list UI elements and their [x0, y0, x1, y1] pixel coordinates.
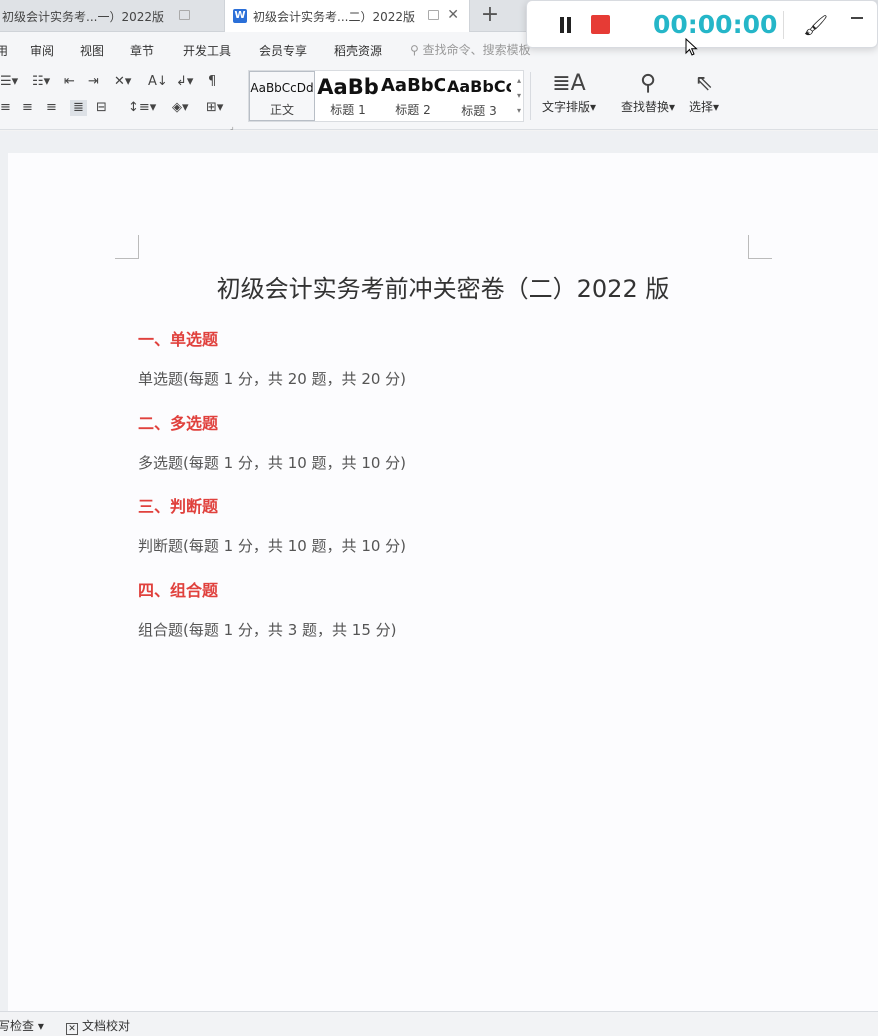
numbered-list-icon[interactable]: ☷▾	[32, 74, 50, 90]
proofread-icon: ✕	[66, 1023, 78, 1035]
section-heading: 三、判断题	[138, 497, 219, 516]
bullet-list-icon[interactable]: ☰▾	[0, 74, 18, 90]
align-center-icon[interactable]: ≡	[22, 100, 33, 116]
tab-document-1[interactable]: 初级会计实务考...一）2022版	[0, 0, 222, 32]
menu-item-member[interactable]: 会员专享	[259, 42, 307, 59]
document-canvas: 初级会计实务考前冲关密卷（二）2022 版 一、单选题 单选题(每题 1 分，共…	[0, 131, 878, 1013]
style-heading-1[interactable]: AaBb 标题 1	[317, 71, 379, 121]
section-heading: 四、组合题	[138, 581, 219, 600]
section-description: 多选题(每题 1 分，共 10 题，共 10 分)	[138, 454, 407, 472]
style-label: 标题 1	[330, 103, 366, 117]
style-label: 标题 2	[395, 103, 431, 117]
paragraph-mark-icon[interactable]: ↲▾	[176, 74, 193, 90]
show-hide-icon[interactable]: ¶	[208, 74, 216, 90]
border-icon[interactable]: ⊞▾	[206, 100, 223, 116]
margin-marker-top-right	[748, 235, 772, 259]
divider	[783, 11, 784, 39]
pointer-icon: ⇖	[694, 71, 714, 96]
line-spacing-icon[interactable]: ↕≡▾	[128, 100, 156, 116]
align-right-icon[interactable]: ≡	[46, 100, 57, 116]
section-heading: 二、多选题	[138, 414, 219, 433]
sort-icon[interactable]: A↓	[148, 74, 168, 90]
style-sample: AaBb	[317, 75, 379, 99]
find-replace-button[interactable]: ⚲ 查找替换▾	[616, 70, 680, 115]
section-description: 判断题(每题 1 分，共 10 题，共 10 分)	[138, 537, 407, 555]
new-tab-button[interactable]: +	[478, 2, 502, 27]
text-layout-button[interactable]: ≣A 文字排版▾	[538, 70, 600, 115]
status-bar: 拼写检查 ▾ ✕ 文档校对	[0, 1011, 878, 1036]
window-pin-icon[interactable]	[428, 10, 439, 20]
spell-check-button[interactable]: 拼写检查 ▾	[0, 1017, 44, 1034]
doc-proof-button[interactable]: ✕ 文档校对	[66, 1017, 130, 1035]
menu-item-section[interactable]: 章节	[130, 42, 154, 59]
menu-item-view[interactable]: 视图	[80, 42, 104, 59]
distributed-align-icon[interactable]: ⊟	[96, 100, 107, 116]
magnifier-icon: ⚲	[639, 71, 657, 96]
window-pin-icon[interactable]	[179, 10, 190, 20]
style-heading-2[interactable]: AaBbC 标题 2	[381, 71, 445, 121]
section-heading: 一、单选题	[138, 330, 219, 349]
section-description: 组合题(每题 1 分，共 3 题，共 15 分)	[138, 621, 397, 639]
margin-marker-top-left	[115, 235, 139, 259]
command-search-placeholder: 查找命令、搜索模板	[422, 43, 531, 57]
style-sample: AaBbCcDd	[250, 81, 314, 95]
style-heading-3[interactable]: AaBbCc 标题 3	[447, 71, 511, 121]
style-label: 正文	[269, 103, 294, 117]
text-layout-icon: ≣A	[552, 71, 586, 96]
spell-check-label: 拼写检查	[0, 1019, 35, 1033]
shading-icon[interactable]: ◈▾	[172, 100, 189, 116]
stop-button[interactable]	[591, 15, 610, 34]
close-tab-icon[interactable]: ✕	[447, 7, 459, 23]
minimize-icon[interactable]	[851, 17, 863, 19]
pause-button[interactable]	[557, 15, 573, 35]
tab-title: 初级会计实务考...二）2022版	[253, 9, 415, 24]
brush-icon[interactable]: 🖌	[803, 13, 828, 37]
divider	[530, 72, 531, 120]
document-page[interactable]: 初级会计实务考前冲关密卷（二）2022 版 一、单选题 单选题(每题 1 分，共…	[8, 153, 878, 1013]
command-search[interactable]: ⚲ 查找命令、搜索模板	[410, 41, 531, 58]
section-description: 单选题(每题 1 分，共 20 题，共 20 分)	[138, 370, 407, 388]
style-sample: AaBbCc	[447, 77, 511, 96]
decrease-indent-icon[interactable]: ⇤	[64, 74, 75, 90]
mouse-cursor-icon	[685, 38, 698, 56]
doc-proof-label: 文档校对	[82, 1019, 131, 1033]
text-layout-label: 文字排版	[541, 100, 590, 114]
writer-doc-icon: W	[233, 9, 247, 23]
style-normal[interactable]: AaBbCcDd 正文	[249, 71, 315, 121]
increase-indent-icon[interactable]: ⇥	[88, 74, 99, 90]
style-gallery: AaBbCcDd 正文 AaBb 标题 1 AaBbC 标题 2 AaBbCc …	[248, 70, 524, 122]
select-label: 选择	[688, 100, 713, 114]
tab-document-2[interactable]: W 初级会计实务考...二）2022版 ✕	[224, 0, 470, 32]
menu-item-developer-tools[interactable]: 开发工具	[183, 42, 231, 59]
menu-item-reference[interactable]: 用	[0, 42, 8, 59]
search-icon: ⚲	[410, 43, 419, 57]
screen-recorder-widget: 00:00:00 🖌	[526, 0, 878, 48]
paragraph-settings-icon[interactable]: ⌟	[230, 122, 234, 131]
chinese-layout-icon[interactable]: ✕▾	[114, 74, 131, 90]
find-replace-label: 查找替换	[620, 100, 669, 114]
justify-icon[interactable]: ≣	[70, 100, 87, 116]
document-title: 初级会计实务考前冲关密卷（二）2022 版	[216, 275, 670, 303]
menu-item-review[interactable]: 审阅	[30, 42, 54, 59]
style-label: 标题 3	[461, 104, 497, 118]
menu-item-docer-resources[interactable]: 稻壳资源	[334, 42, 382, 59]
tab-title: 初级会计实务考...一）2022版	[2, 9, 164, 24]
ribbon-toolbar: ☰▾ ☷▾ ⇤ ⇥ ✕▾ A↓ ↲▾ ¶ ≡ ≡ ≡ ≣ ⊟ ↕≡▾ ◈▾ ⊞▾…	[0, 66, 878, 131]
select-button[interactable]: ⇖ 选择▾	[686, 70, 722, 115]
gallery-scroll-icon[interactable]: ▴ ▾ ▾	[517, 73, 521, 118]
recording-timer: 00:00:00	[653, 10, 778, 39]
align-left-icon[interactable]: ≡	[0, 100, 11, 116]
style-sample: AaBbC	[381, 75, 445, 96]
